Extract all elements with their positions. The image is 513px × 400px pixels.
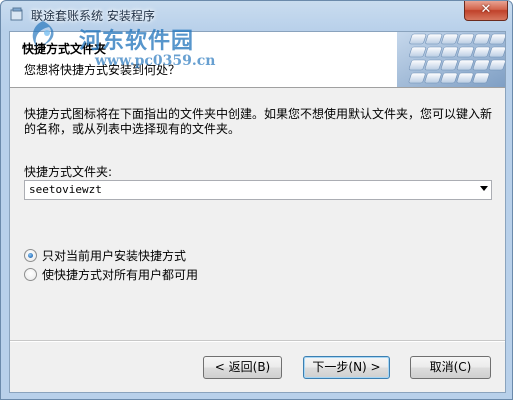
page-title: 快捷方式文件夹 [22, 42, 107, 56]
folder-combobox[interactable]: seetoviewzt [24, 180, 492, 200]
wizard-header: 快捷方式文件夹 您想将快捷方式安装到何处？ [10, 32, 505, 88]
page-subtitle: 您想将快捷方式安装到何处？ [24, 63, 181, 77]
folder-combobox-value: seetoviewzt [29, 183, 102, 196]
close-button[interactable]: ✕ [464, 1, 508, 21]
dropdown-arrow-icon[interactable] [480, 186, 488, 191]
close-icon: ✕ [480, 2, 492, 17]
installer-window: 联途套账系统 安装程序 ✕ 河东软件园 www.pc0359.cn 快捷方式文件… [0, 0, 513, 400]
next-button[interactable]: 下一步(N) > [303, 356, 390, 379]
folder-label: 快捷方式文件夹: [24, 165, 113, 179]
wizard-client-area: 快捷方式文件夹 您想将快捷方式安装到何处？ 快捷方式图标将在下面指出的文件夹中创… [9, 31, 506, 393]
description-text: 快捷方式图标将在下面指出的文件夹中创建。如果您不想使用默认文件夹，您可以键入新的… [24, 107, 493, 136]
radio-all-users-label[interactable]: 使快捷方式对所有用户都可用 [42, 266, 198, 283]
option-current-user[interactable]: 只对当前用户安装快捷方式 [24, 247, 186, 263]
title-bar[interactable]: 联途套账系统 安装程序 ✕ [1, 1, 512, 31]
window-title: 联途套账系统 安装程序 [31, 9, 155, 23]
cancel-button[interactable]: 取消(C) [410, 356, 491, 379]
footer-divider [10, 340, 505, 342]
installer-app-icon [10, 7, 23, 21]
back-button[interactable]: < 返回(B) [203, 356, 282, 379]
radio-all-users[interactable] [24, 267, 37, 281]
option-all-users[interactable]: 使快捷方式对所有用户都可用 [24, 266, 198, 282]
radio-current-user[interactable] [24, 248, 37, 262]
radio-current-user-label[interactable]: 只对当前用户安装快捷方式 [42, 247, 186, 264]
keyboard-header-image [397, 32, 505, 87]
